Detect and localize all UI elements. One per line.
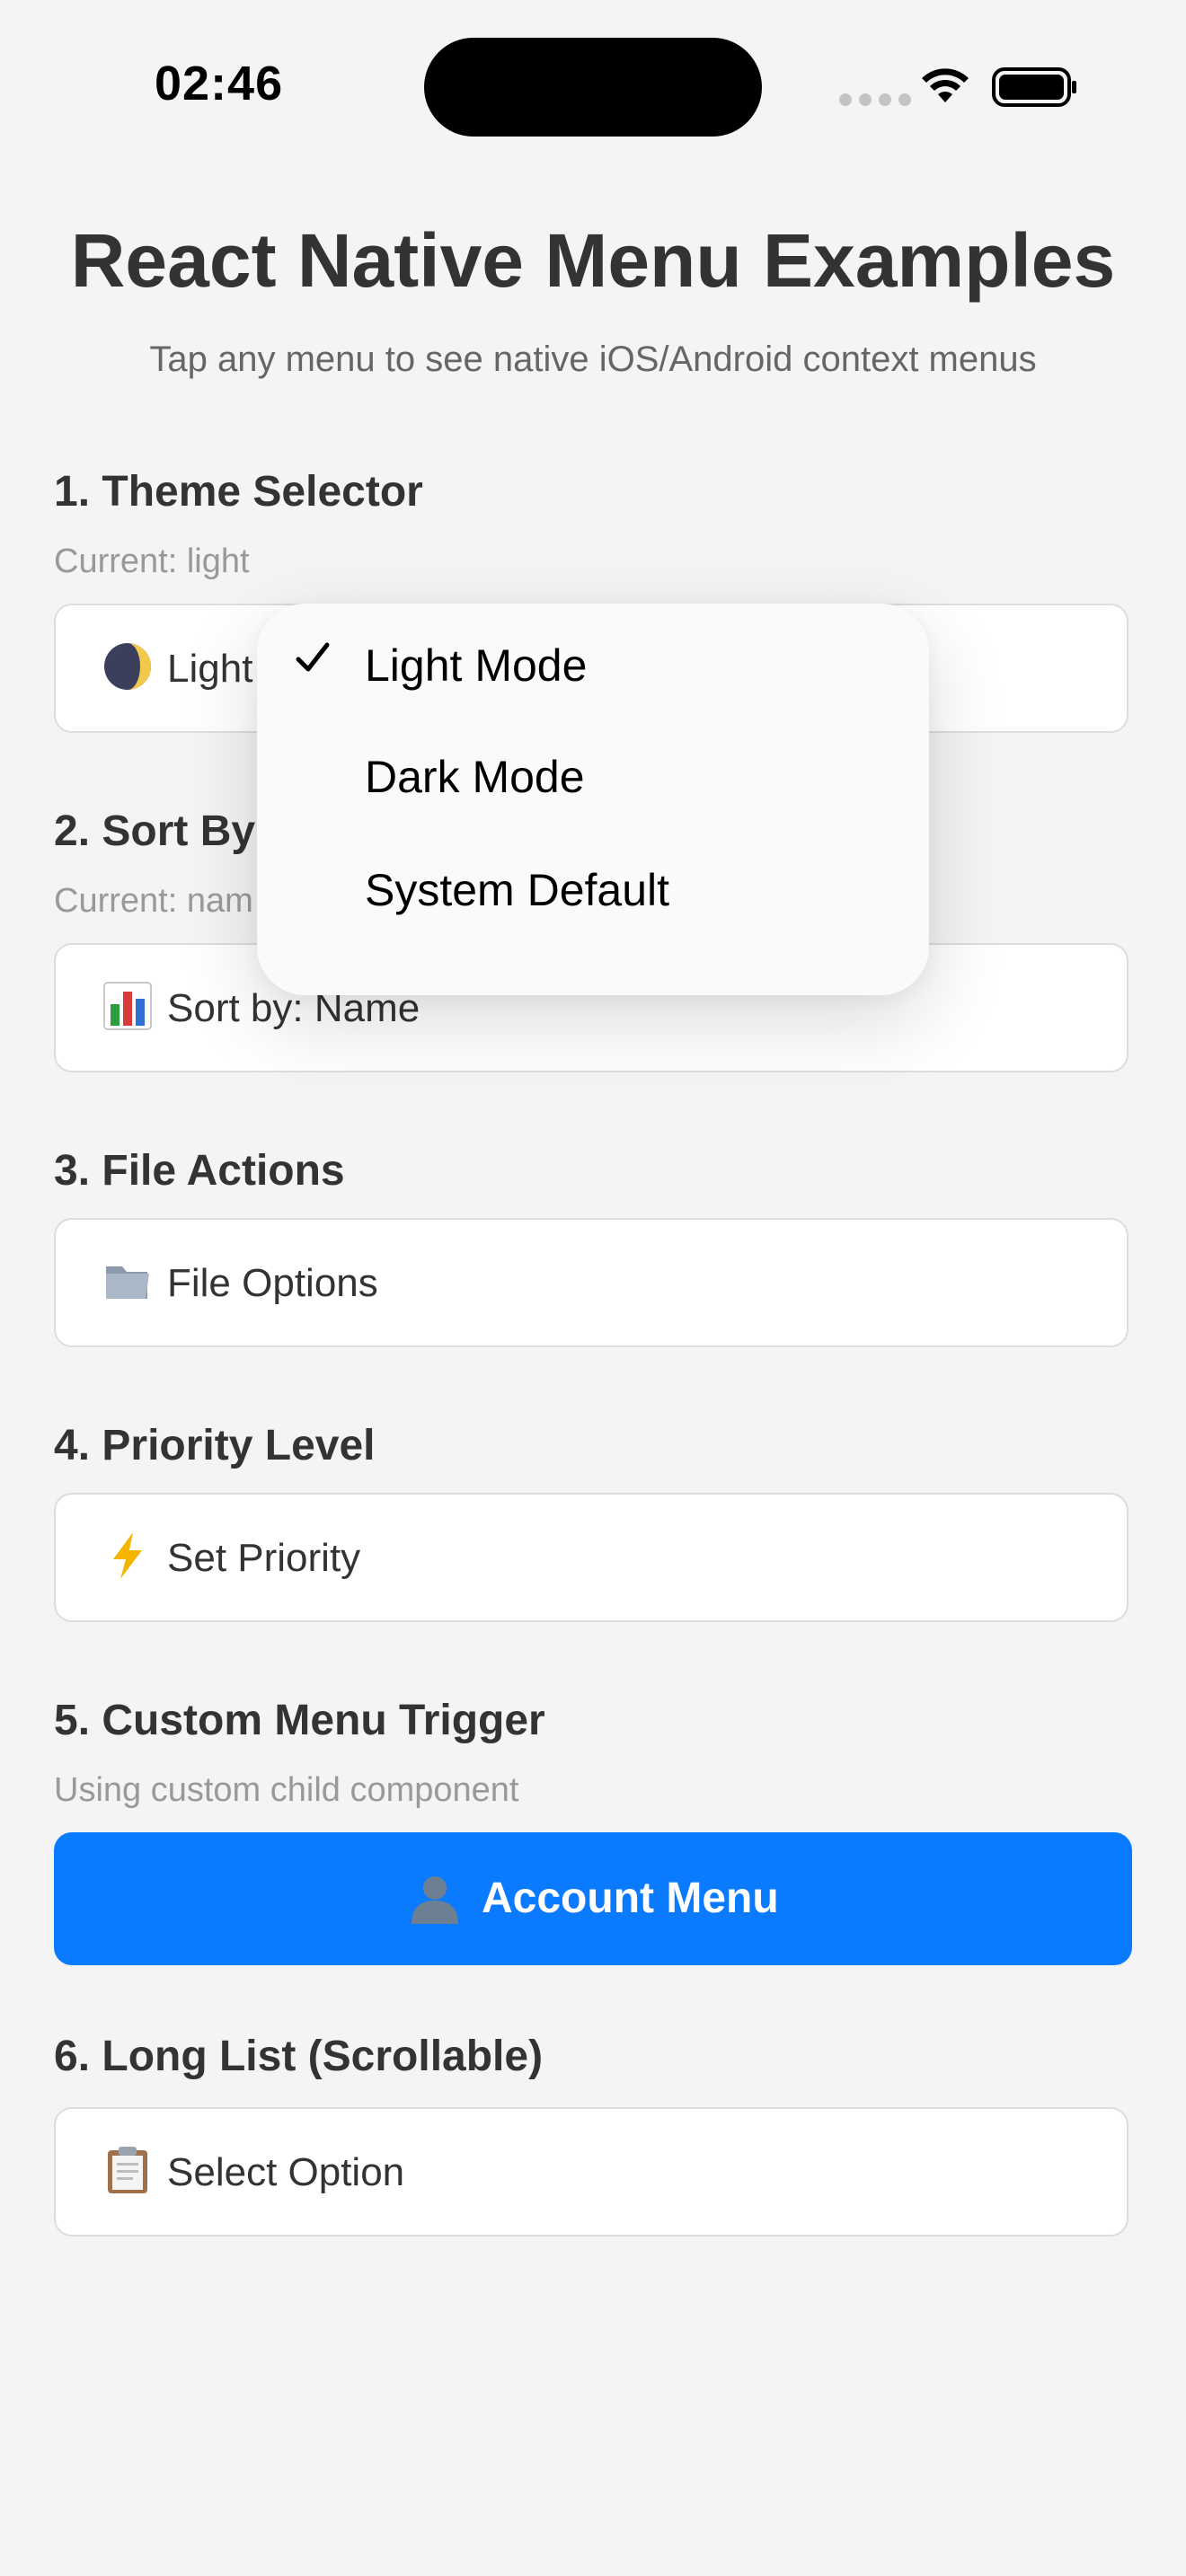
person-icon: [412, 1876, 458, 1924]
checkmark-icon: [296, 642, 330, 672]
page-subtitle: Tap any menu to see native iOS/Android c…: [149, 340, 1037, 379]
menu-item-label: Dark Mode: [365, 752, 585, 802]
account-menu-button[interactable]: Account Menu: [54, 1832, 1132, 1965]
select-option-label: Select Option: [167, 2150, 405, 2194]
status-bar: 02:46: [0, 0, 1186, 171]
clipboard-icon: [108, 2147, 147, 2193]
theme-button-label: Light: [167, 647, 253, 691]
lightning-icon: [113, 1532, 142, 1579]
section-title-theme-selector: 1. Theme Selector: [54, 468, 423, 516]
menu-item-system-default[interactable]: System Default: [257, 830, 929, 941]
section-title-long-list: 6. Long List (Scrollable): [54, 2033, 544, 2080]
section-title-sort-by: 2. Sort By: [54, 807, 256, 855]
file-options-label: File Options: [167, 1261, 378, 1305]
page-title: React Native Menu Examples: [70, 218, 1116, 303]
dynamic-island: [424, 38, 762, 137]
section-caption-custom: Using custom child component: [54, 1771, 519, 1809]
file-options-button[interactable]: File Options: [54, 1218, 1128, 1347]
bar-chart-icon: [103, 982, 152, 1030]
status-time: 02:46: [155, 57, 284, 110]
menu-item-light-mode[interactable]: Light Mode: [257, 605, 929, 717]
priority-menu-button[interactable]: Set Priority: [54, 1493, 1128, 1622]
menu-item-label: System Default: [365, 865, 670, 915]
section-caption-sort: Current: nam: [54, 882, 253, 920]
folder-icon: [106, 1266, 149, 1299]
menu-item-dark-mode[interactable]: Dark Mode: [257, 717, 929, 828]
select-option-button[interactable]: Select Option: [54, 2107, 1128, 2236]
section-title-priority-level: 4. Priority Level: [54, 1422, 376, 1469]
battery-icon: [992, 67, 1076, 107]
priority-button-label: Set Priority: [167, 1536, 361, 1580]
section-caption-theme: Current: light: [54, 543, 250, 580]
moon-icon: [104, 643, 151, 690]
section-title-custom-trigger: 5. Custom Menu Trigger: [54, 1697, 545, 1744]
menu-item-label: Light Mode: [365, 640, 588, 691]
wifi-icon: [922, 68, 969, 102]
cellular-signal-icon: [839, 93, 915, 106]
theme-context-menu: Light Mode Dark Mode System Default: [257, 604, 929, 995]
section-title-file-actions: 3. File Actions: [54, 1147, 345, 1195]
account-menu-label: Account Menu: [482, 1875, 779, 1922]
